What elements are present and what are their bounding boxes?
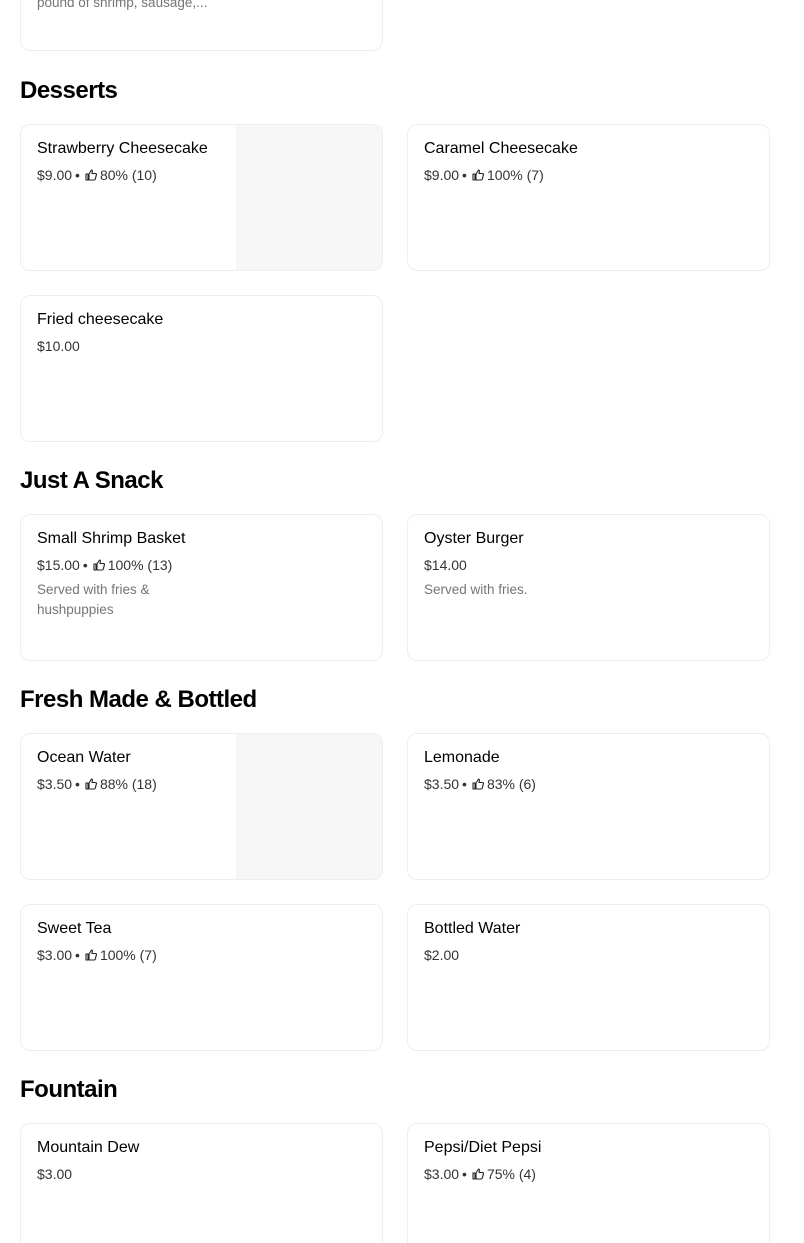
item-meta: $14.00 — [424, 557, 467, 573]
section-title-desserts: Desserts — [20, 77, 118, 104]
separator: • — [82, 557, 88, 573]
item-price: $3.00 — [37, 1166, 73, 1182]
menu-item-bottled-water[interactable]: Bottled Water $2.00 — [407, 904, 770, 1051]
menu-item-ocean-water[interactable]: Ocean Water $3.50 • 88% (18) — [20, 733, 383, 880]
menu-item-small-shrimp-basket[interactable]: Small Shrimp Basket $15.00 • 100% (13) S… — [20, 514, 383, 661]
item-name: Ocean Water — [37, 749, 131, 766]
thumbs-up-icon — [85, 778, 97, 790]
item-price: $3.00 — [37, 947, 73, 963]
item-name: Small Shrimp Basket — [37, 530, 186, 547]
item-rating: 100% (13) — [107, 557, 173, 573]
item-name: Lemonade — [424, 749, 500, 766]
item-rating: 100% (7) — [486, 167, 544, 183]
item-description: Served with fries. — [424, 582, 528, 597]
item-name: Pepsi/Diet Pepsi — [424, 1139, 542, 1156]
menu-item-oyster-burger[interactable]: Oyster Burger $14.00 Served with fries. — [407, 514, 770, 661]
menu-item-strawberry-cheesecake[interactable]: Strawberry Cheesecake $9.00 • 80% (10) — [20, 124, 383, 271]
item-image — [236, 125, 382, 270]
menu-item-caramel-cheesecake[interactable]: Caramel Cheesecake $9.00 • 100% (7) — [407, 124, 770, 271]
item-name: Caramel Cheesecake — [424, 140, 578, 157]
item-name: Sweet Tea — [37, 920, 112, 937]
section-title-fountain: Fountain — [20, 1076, 118, 1103]
item-name: Mountain Dew — [37, 1139, 140, 1156]
item-meta: $15.00 • 100% (13) — [37, 557, 172, 573]
item-name: Strawberry Cheesecake — [37, 140, 208, 157]
separator: • — [75, 947, 80, 963]
thumbs-up-icon — [472, 1168, 484, 1180]
thumbs-up-icon — [472, 169, 484, 181]
item-price: $9.00 — [37, 167, 73, 183]
menu-item-pepsi-diet-pepsi[interactable]: Pepsi/Diet Pepsi $3.00 • 75% (4) — [407, 1123, 770, 1243]
thumbs-up-icon — [85, 169, 97, 181]
item-meta: $3.00 — [37, 1166, 72, 1182]
separator: • — [75, 167, 80, 183]
item-meta: $9.00 • 100% (7) — [424, 167, 544, 183]
menu-item-sweet-tea[interactable]: Sweet Tea $3.00 • 100% (7) — [20, 904, 383, 1051]
section-title-fresh-made-bottled: Fresh Made & Bottled — [20, 686, 257, 713]
item-price: $10.00 — [37, 338, 80, 354]
menu-item-fried-cheesecake[interactable]: Fried cheesecake $10.00 — [20, 295, 383, 442]
item-rating: 100% (7) — [99, 947, 157, 963]
item-price: $3.00 — [424, 1166, 460, 1182]
item-meta: $2.00 — [424, 947, 459, 963]
item-rating: 75% (4) — [486, 1166, 536, 1182]
item-price: $3.50 — [37, 776, 73, 792]
item-rating: 80% (10) — [99, 167, 157, 183]
item-price: $2.00 — [424, 947, 460, 963]
item-description: Served with fries & hushpuppies — [37, 582, 150, 617]
thumbs-up-icon — [472, 778, 484, 790]
menu-item-mountain-dew[interactable]: Mountain Dew $3.00 — [20, 1123, 383, 1243]
item-meta: $9.00 • 80% (10) — [37, 167, 157, 183]
item-price: $14.00 — [424, 557, 467, 573]
separator: • — [462, 776, 467, 792]
menu-item-lemonade[interactable]: Lemonade $3.50 • 83% (6) — [407, 733, 770, 880]
item-rating: 83% (6) — [486, 776, 536, 792]
item-rating: 88% (18) — [99, 776, 157, 792]
menu-item-card[interactable]: pound of shrimp, sausage,... — [20, 0, 383, 51]
item-meta: $3.50 • 83% (6) — [424, 776, 536, 792]
thumbs-up-icon — [85, 949, 97, 961]
item-price: $9.00 — [424, 167, 460, 183]
item-meta: $3.00 • 100% (7) — [37, 947, 157, 963]
separator: • — [462, 1166, 467, 1182]
item-name: Bottled Water — [424, 920, 521, 937]
item-description: pound of shrimp, sausage,... — [37, 0, 208, 10]
item-image — [236, 734, 382, 879]
item-price: $15.00 — [37, 557, 80, 573]
item-meta: $3.00 • 75% (4) — [424, 1166, 536, 1182]
item-name: Fried cheesecake — [37, 311, 164, 328]
section-title-just-a-snack: Just A Snack — [20, 467, 163, 494]
item-meta: $3.50 • 88% (18) — [37, 776, 157, 792]
item-name: Oyster Burger — [424, 530, 524, 547]
separator: • — [75, 776, 80, 792]
item-meta: $10.00 — [37, 338, 80, 354]
item-price: $3.50 — [424, 776, 460, 792]
separator: • — [462, 167, 467, 183]
thumbs-up-icon — [93, 559, 105, 571]
